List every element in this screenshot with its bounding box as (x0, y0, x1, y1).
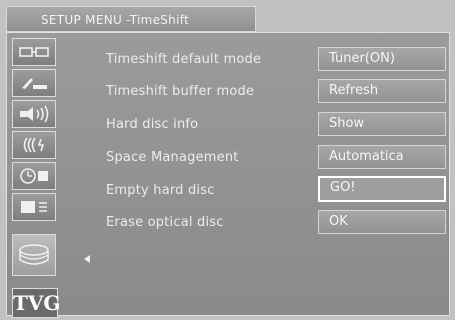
space-management-label: Space Management (106, 150, 239, 165)
sound-icon[interactable] (12, 100, 56, 128)
erase-optical-disc-value[interactable]: OK (318, 210, 446, 234)
connections-icon[interactable] (12, 131, 56, 159)
timeshift-buffer-mode-label: Timeshift buffer mode (106, 84, 255, 99)
empty-hard-disc-label: Empty hard disc (106, 183, 215, 198)
tuning-icon[interactable] (12, 69, 56, 97)
sidebar: TVG (12, 38, 60, 318)
picture-icon[interactable] (12, 38, 56, 66)
brand-logo: TVG (12, 288, 60, 318)
hard-disc-info-value[interactable]: Show (318, 112, 446, 136)
menu-panel (6, 32, 450, 316)
settings-icon[interactable] (12, 193, 56, 221)
timeshift-buffer-mode-value[interactable]: Refresh (318, 79, 446, 103)
empty-hard-disc-value[interactable]: GO! (318, 176, 446, 202)
menu-title: SETUP MENU -TimeShift (6, 6, 256, 32)
space-management-value[interactable]: Automatica (318, 145, 446, 169)
hard-disc-info-label: Hard disc info (106, 117, 199, 132)
disc-icon[interactable] (12, 234, 56, 276)
selection-pointer-icon (84, 255, 90, 263)
erase-optical-disc-label: Erase optical disc (106, 215, 224, 230)
osd-screen: SETUP MENU -TimeShift TVG Timeshift defa… (0, 0, 455, 320)
timeshift-default-mode-label: Timeshift default mode (106, 52, 262, 67)
timeshift-default-mode-value[interactable]: Tuner(ON) (318, 47, 446, 71)
timer-icon[interactable] (12, 162, 56, 190)
